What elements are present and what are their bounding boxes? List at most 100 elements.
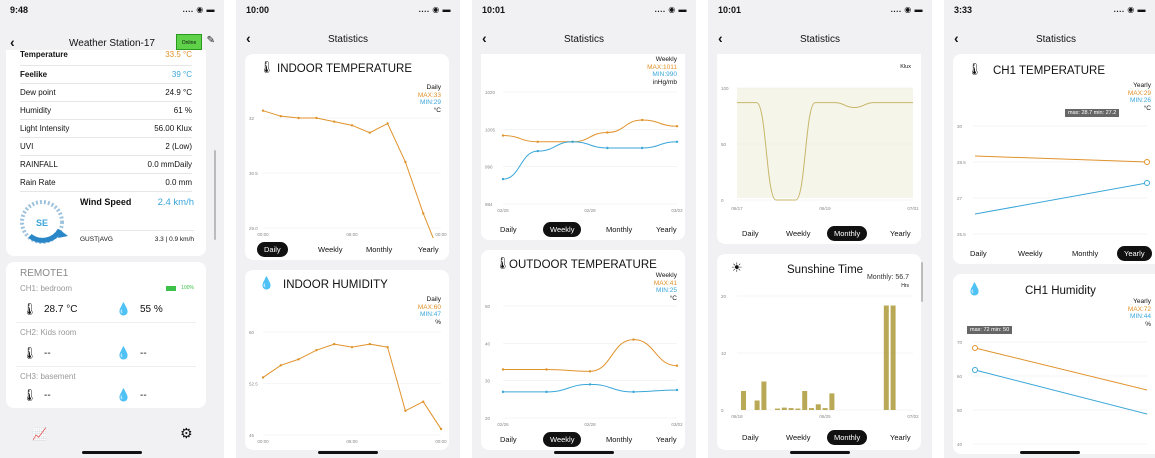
- status-time: 9:48: [10, 5, 29, 15]
- tab-weekly[interactable]: Weekly: [543, 432, 582, 447]
- hum-max-line: [974, 347, 1148, 391]
- tab-daily[interactable]: Daily: [493, 432, 524, 447]
- nav-bar: ‹ Statistics: [236, 26, 460, 52]
- monthly-total: Monthly: 56.7: [866, 274, 909, 281]
- status-bar: 10:00 .... ◉ ▬: [236, 0, 460, 22]
- tab-weekly[interactable]: Weekly: [311, 242, 349, 257]
- humidity-point: [350, 345, 354, 349]
- tab-daily[interactable]: Daily: [963, 246, 994, 261]
- sunshine-bar: [795, 408, 801, 410]
- tab-yearly[interactable]: Yearly: [1117, 246, 1152, 261]
- phone-weekly-stats: 10:01 .... ◉ ▬ ‹ Statistics Weekly MAX:1…: [472, 0, 696, 458]
- y-tick-label: 990: [485, 165, 493, 170]
- tab-weekly[interactable]: Weekly: [543, 222, 582, 237]
- tab-monthly[interactable]: Monthly: [599, 432, 639, 447]
- humidity-point: [333, 342, 336, 346]
- x-tick-label: 00:00: [257, 232, 269, 237]
- status-bar: 10:01 .... ◉ ▬: [472, 0, 696, 22]
- tab-monthly[interactable]: Monthly: [599, 222, 639, 237]
- nav-bar: ‹ Statistics: [708, 26, 932, 52]
- outdoor-max-line: [502, 339, 678, 372]
- temp-point: [279, 114, 282, 118]
- home-indicator: [318, 451, 378, 454]
- ch1-name[interactable]: CH1: bedroom: [20, 284, 72, 293]
- signal-icon: .... ◉ ▬: [890, 5, 923, 14]
- hum-min-marker: [972, 367, 978, 373]
- row-light: Light Intensity 56.00 Klux: [20, 124, 192, 133]
- tab-yearly[interactable]: Yearly: [883, 226, 918, 241]
- tab-daily[interactable]: Daily: [493, 222, 524, 237]
- sunshine-bar: [883, 305, 889, 410]
- tab-yearly[interactable]: Yearly: [649, 432, 684, 447]
- humidity-point: [368, 342, 371, 346]
- tab-yearly[interactable]: Yearly: [883, 430, 918, 445]
- row-uvi: UVI 2 (Low): [20, 142, 192, 151]
- status-time: 3:33: [954, 5, 973, 15]
- stats-box: Weekly MAX:41 MIN:25 °C: [653, 272, 677, 302]
- pressure-min-line: [502, 141, 678, 180]
- card-title: Sunshine Time: [787, 264, 864, 276]
- home-indicator: [82, 451, 142, 454]
- remote-title: REMOTE1: [20, 268, 69, 279]
- tab-monthly[interactable]: Monthly: [1065, 246, 1105, 261]
- thermometer-icon: 🌡: [495, 256, 511, 270]
- tab-yearly[interactable]: Yearly: [411, 242, 446, 257]
- sun-icon: ☀: [731, 260, 743, 275]
- tab-weekly[interactable]: Weekly: [779, 430, 817, 445]
- gust-label: GUST|AVG: [80, 236, 113, 243]
- sunshine-bar: [754, 400, 760, 410]
- humidity-line: [262, 343, 442, 430]
- pressure-max-point: [606, 131, 609, 134]
- edit-icon[interactable]: ✎: [207, 35, 215, 46]
- signal-icon: .... ◉ ▬: [1113, 5, 1146, 14]
- ch2-name[interactable]: CH2: Kids room: [20, 328, 76, 337]
- scrollbar[interactable]: [921, 262, 923, 302]
- outdoor-min-point: [545, 390, 548, 394]
- y-tick-label: 60: [957, 374, 963, 379]
- x-tick-label: 00:00: [435, 232, 447, 237]
- tab-daily[interactable]: Daily: [257, 242, 288, 257]
- ch1-temp-card: 🌡 CH1 TEMPERATURE Yearly MAX:29 MIN:26 °…: [953, 54, 1155, 264]
- unit-label: Hrs: [901, 283, 909, 289]
- humidity-point: [422, 400, 425, 403]
- tab-monthly[interactable]: Monthly: [359, 242, 399, 257]
- tab-daily[interactable]: Daily: [735, 226, 766, 241]
- ch1-hum: 55 %: [140, 304, 163, 315]
- sunshine-bar: [788, 408, 794, 410]
- tab-yearly[interactable]: Yearly: [649, 222, 684, 237]
- chart-icon[interactable]: 📈: [32, 427, 47, 441]
- tab-monthly[interactable]: Monthly: [827, 226, 868, 241]
- x-tick-label: 07/01: [907, 206, 919, 211]
- light-chart: 100 50 0 06/17 06/19 07/01: [721, 86, 919, 211]
- y-tick-label: 40: [485, 341, 491, 346]
- sunshine-bar: [809, 408, 814, 410]
- thermometer-icon: 🌡: [22, 388, 38, 402]
- tab-weekly[interactable]: Weekly: [779, 226, 817, 241]
- signal-icon: .... ◉ ▬: [182, 5, 215, 14]
- y-tick-label: 29.0: [249, 226, 258, 231]
- humidity-point: [386, 345, 389, 349]
- tab-weekly[interactable]: Weekly: [1011, 246, 1049, 261]
- y-tick-label: 0: [721, 408, 724, 413]
- gust-value: 3.3 | 0.9 km/h: [154, 236, 194, 243]
- x-tick-label: 06/18: [731, 414, 743, 419]
- x-tick-label: 06/19: [819, 206, 831, 211]
- humidity-point: [261, 376, 265, 379]
- scrollbar[interactable]: [214, 150, 216, 240]
- gear-icon[interactable]: ⚙: [180, 425, 193, 442]
- temp-point: [297, 116, 300, 120]
- phone-monthly-stats: 10:01 .... ◉ ▬ ‹ Statistics Klux 100 50 0 0…: [708, 0, 932, 458]
- sunshine-bar: [815, 404, 821, 410]
- tab-monthly[interactable]: Monthly: [827, 430, 868, 445]
- page-title: Statistics: [799, 34, 840, 45]
- sunshine-bar: [822, 408, 828, 410]
- ch3-name[interactable]: CH3: basement: [20, 372, 76, 381]
- chart-area-fill: [737, 88, 913, 198]
- signal-icon: .... ◉ ▬: [654, 5, 687, 14]
- sunshine-bar: [829, 393, 835, 410]
- tab-daily[interactable]: Daily: [735, 430, 766, 445]
- thermometer-icon: 🌡: [259, 60, 275, 74]
- indoor-temp-chart: 3230.529.000:00 06:00 00:00: [249, 109, 447, 238]
- outdoor-max-point: [588, 370, 592, 373]
- temp-max-marker: [1144, 159, 1150, 165]
